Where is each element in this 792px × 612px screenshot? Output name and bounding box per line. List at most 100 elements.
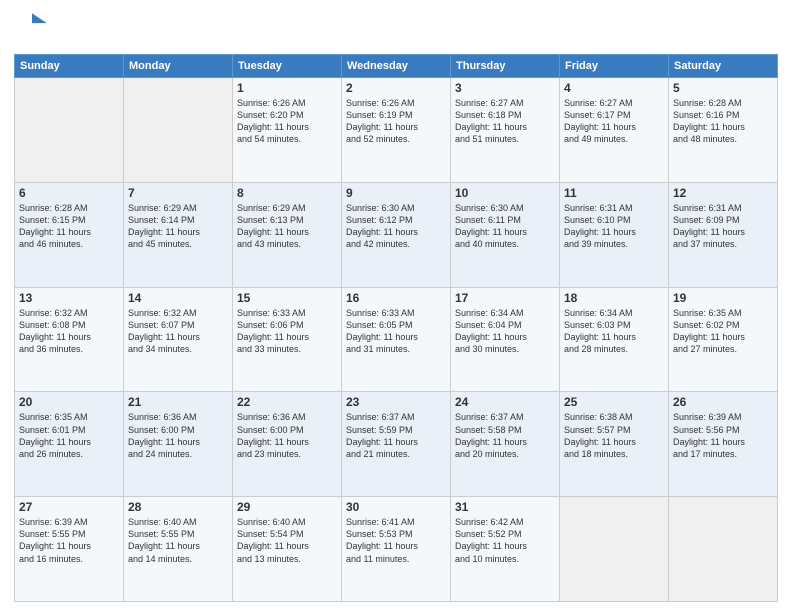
cell-info: Sunrise: 6:26 AM Sunset: 6:19 PM Dayligh… (346, 97, 446, 146)
calendar-cell: 17 Sunrise: 6:34 AM Sunset: 6:04 PM Dayli… (451, 287, 560, 392)
day-number: 22 (237, 395, 337, 409)
day-number: 19 (673, 291, 773, 305)
day-number: 12 (673, 186, 773, 200)
day-number: 26 (673, 395, 773, 409)
weekday-header: Thursday (451, 55, 560, 78)
calendar-cell: 28 Sunrise: 6:40 AM Sunset: 5:55 PM Dayli… (124, 497, 233, 602)
day-number: 24 (455, 395, 555, 409)
day-number: 13 (19, 291, 119, 305)
calendar-cell: 31Sunrise: 6:42 AM Sunset: 5:52 PM Dayli… (451, 497, 560, 602)
calendar-cell: 19 Sunrise: 6:35 AM Sunset: 6:02 PM Dayli… (669, 287, 778, 392)
calendar-cell: 1 Sunrise: 6:26 AM Sunset: 6:20 PM Daylig… (233, 78, 342, 183)
day-number: 17 (455, 291, 555, 305)
logo-icon (14, 10, 50, 46)
cell-info: Sunrise: 6:35 AM Sunset: 6:02 PM Dayligh… (673, 307, 773, 356)
calendar-cell: 20 Sunrise: 6:35 AM Sunset: 6:01 PM Dayli… (15, 392, 124, 497)
calendar-header-row: SundayMondayTuesdayWednesdayThursdayFrid… (15, 55, 778, 78)
cell-info: Sunrise: 6:29 AM Sunset: 6:13 PM Dayligh… (237, 202, 337, 251)
calendar-cell (124, 78, 233, 183)
calendar-cell: 29Sunrise: 6:40 AM Sunset: 5:54 PM Dayli… (233, 497, 342, 602)
calendar-week-row: 13 Sunrise: 6:32 AM Sunset: 6:08 PM Dayli… (15, 287, 778, 392)
calendar-cell: 23 Sunrise: 6:37 AM Sunset: 5:59 PM Dayli… (342, 392, 451, 497)
cell-info: Sunrise: 6:33 AM Sunset: 6:06 PM Dayligh… (237, 307, 337, 356)
cell-info: Sunrise: 6:41 AM Sunset: 5:53 PM Dayligh… (346, 516, 446, 565)
weekday-header: Tuesday (233, 55, 342, 78)
cell-info: Sunrise: 6:36 AM Sunset: 6:00 PM Dayligh… (237, 411, 337, 460)
weekday-header: Sunday (15, 55, 124, 78)
cell-info: Sunrise: 6:33 AM Sunset: 6:05 PM Dayligh… (346, 307, 446, 356)
day-number: 28 (128, 500, 228, 514)
calendar-cell (669, 497, 778, 602)
cell-info: Sunrise: 6:30 AM Sunset: 6:11 PM Dayligh… (455, 202, 555, 251)
cell-info: Sunrise: 6:31 AM Sunset: 6:10 PM Dayligh… (564, 202, 664, 251)
weekday-header: Saturday (669, 55, 778, 78)
cell-info: Sunrise: 6:34 AM Sunset: 6:04 PM Dayligh… (455, 307, 555, 356)
weekday-header: Friday (560, 55, 669, 78)
calendar-week-row: 6 Sunrise: 6:28 AM Sunset: 6:15 PM Daylig… (15, 182, 778, 287)
day-number: 20 (19, 395, 119, 409)
calendar-cell: 22 Sunrise: 6:36 AM Sunset: 6:00 PM Dayli… (233, 392, 342, 497)
calendar-cell: 13 Sunrise: 6:32 AM Sunset: 6:08 PM Dayli… (15, 287, 124, 392)
calendar-cell: 27 Sunrise: 6:39 AM Sunset: 5:55 PM Dayli… (15, 497, 124, 602)
day-number: 25 (564, 395, 664, 409)
cell-info: Sunrise: 6:40 AM Sunset: 5:55 PM Dayligh… (128, 516, 228, 565)
cell-info: Sunrise: 6:32 AM Sunset: 6:07 PM Dayligh… (128, 307, 228, 356)
day-number: 31 (455, 500, 555, 514)
calendar-cell: 4 Sunrise: 6:27 AM Sunset: 6:17 PM Daylig… (560, 78, 669, 183)
calendar-cell: 6 Sunrise: 6:28 AM Sunset: 6:15 PM Daylig… (15, 182, 124, 287)
calendar-cell: 12 Sunrise: 6:31 AM Sunset: 6:09 PM Dayli… (669, 182, 778, 287)
day-number: 7 (128, 186, 228, 200)
calendar-table: SundayMondayTuesdayWednesdayThursdayFrid… (14, 54, 778, 602)
calendar-week-row: 27 Sunrise: 6:39 AM Sunset: 5:55 PM Dayli… (15, 497, 778, 602)
day-number: 21 (128, 395, 228, 409)
day-number: 23 (346, 395, 446, 409)
calendar-cell (560, 497, 669, 602)
page-container: SundayMondayTuesdayWednesdayThursdayFrid… (0, 0, 792, 612)
cell-info: Sunrise: 6:26 AM Sunset: 6:20 PM Dayligh… (237, 97, 337, 146)
calendar-cell: 10Sunrise: 6:30 AM Sunset: 6:11 PM Dayli… (451, 182, 560, 287)
cell-info: Sunrise: 6:27 AM Sunset: 6:17 PM Dayligh… (564, 97, 664, 146)
day-number: 3 (455, 81, 555, 95)
day-number: 18 (564, 291, 664, 305)
cell-info: Sunrise: 6:37 AM Sunset: 5:58 PM Dayligh… (455, 411, 555, 460)
day-number: 15 (237, 291, 337, 305)
day-number: 29 (237, 500, 337, 514)
cell-info: Sunrise: 6:28 AM Sunset: 6:16 PM Dayligh… (673, 97, 773, 146)
cell-info: Sunrise: 6:35 AM Sunset: 6:01 PM Dayligh… (19, 411, 119, 460)
day-number: 16 (346, 291, 446, 305)
calendar-cell: 8 Sunrise: 6:29 AM Sunset: 6:13 PM Daylig… (233, 182, 342, 287)
calendar-cell: 7 Sunrise: 6:29 AM Sunset: 6:14 PM Daylig… (124, 182, 233, 287)
day-number: 5 (673, 81, 773, 95)
weekday-header: Wednesday (342, 55, 451, 78)
calendar-cell: 14 Sunrise: 6:32 AM Sunset: 6:07 PM Dayli… (124, 287, 233, 392)
day-number: 2 (346, 81, 446, 95)
cell-info: Sunrise: 6:31 AM Sunset: 6:09 PM Dayligh… (673, 202, 773, 251)
day-number: 4 (564, 81, 664, 95)
calendar-cell: 5 Sunrise: 6:28 AM Sunset: 6:16 PM Daylig… (669, 78, 778, 183)
day-number: 30 (346, 500, 446, 514)
day-number: 11 (564, 186, 664, 200)
day-number: 1 (237, 81, 337, 95)
calendar-cell: 3Sunrise: 6:27 AM Sunset: 6:18 PM Daylig… (451, 78, 560, 183)
day-number: 27 (19, 500, 119, 514)
cell-info: Sunrise: 6:29 AM Sunset: 6:14 PM Dayligh… (128, 202, 228, 251)
day-number: 6 (19, 186, 119, 200)
cell-info: Sunrise: 6:39 AM Sunset: 5:56 PM Dayligh… (673, 411, 773, 460)
calendar-cell: 11 Sunrise: 6:31 AM Sunset: 6:10 PM Dayli… (560, 182, 669, 287)
calendar-cell: 24 Sunrise: 6:37 AM Sunset: 5:58 PM Dayli… (451, 392, 560, 497)
cell-info: Sunrise: 6:39 AM Sunset: 5:55 PM Dayligh… (19, 516, 119, 565)
calendar-cell: 9Sunrise: 6:30 AM Sunset: 6:12 PM Daylig… (342, 182, 451, 287)
cell-info: Sunrise: 6:30 AM Sunset: 6:12 PM Dayligh… (346, 202, 446, 251)
header (14, 10, 778, 46)
cell-info: Sunrise: 6:32 AM Sunset: 6:08 PM Dayligh… (19, 307, 119, 356)
cell-info: Sunrise: 6:28 AM Sunset: 6:15 PM Dayligh… (19, 202, 119, 251)
calendar-cell (15, 78, 124, 183)
day-number: 14 (128, 291, 228, 305)
cell-info: Sunrise: 6:36 AM Sunset: 6:00 PM Dayligh… (128, 411, 228, 460)
cell-info: Sunrise: 6:37 AM Sunset: 5:59 PM Dayligh… (346, 411, 446, 460)
calendar-cell: 2 Sunrise: 6:26 AM Sunset: 6:19 PM Daylig… (342, 78, 451, 183)
calendar-cell: 26 Sunrise: 6:39 AM Sunset: 5:56 PM Dayli… (669, 392, 778, 497)
calendar-cell: 15 Sunrise: 6:33 AM Sunset: 6:06 PM Dayli… (233, 287, 342, 392)
day-number: 8 (237, 186, 337, 200)
logo (14, 10, 54, 46)
